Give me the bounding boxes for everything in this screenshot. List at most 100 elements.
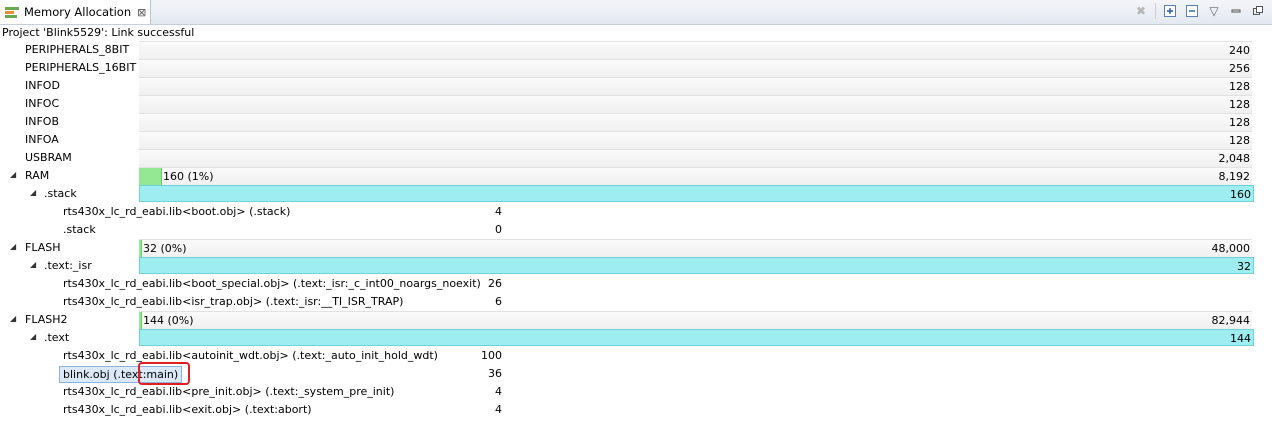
usage-text: 144 (0%)	[143, 314, 194, 327]
tree-row-peripherals-16bit[interactable]: PERIPHERALS_16BIT 256	[0, 59, 1272, 77]
usage-text: 32 (0%)	[143, 242, 187, 255]
section-size: 144	[1230, 332, 1251, 345]
tree-row-text-isr-section[interactable]: ◢ .text:_isr 32	[0, 257, 1272, 275]
expanded-triangle-icon[interactable]: ◢	[10, 314, 20, 324]
memory-size: 8,192	[1218, 170, 1251, 183]
expanded-triangle-icon[interactable]: ◢	[10, 170, 20, 180]
minimize-icon[interactable]	[1228, 3, 1244, 19]
usage-bar: 2,048	[139, 149, 1252, 167]
usage-bar: 128	[139, 95, 1252, 113]
symbol-size: 4	[495, 385, 502, 398]
tree-row-symbol[interactable]: .stack 0	[0, 221, 1272, 239]
tab-title: Memory Allocation	[24, 5, 132, 19]
symbol-name: rts430x_lc_rd_eabi.lib<pre_init.obj> (.t…	[63, 385, 395, 398]
tree-row-infoa[interactable]: INFOA 128	[0, 131, 1272, 149]
tree-row-peripherals-8bit[interactable]: PERIPHERALS_8BIT 240	[0, 41, 1272, 59]
view-tab-bar: Memory Allocation ⊠ ✖ ▽	[0, 0, 1272, 25]
usage-bar: 160 (1%) 8,192	[139, 167, 1252, 185]
section-bar: 160	[139, 185, 1254, 202]
symbol-name: rts430x_lc_rd_eabi.lib<boot_special.obj>…	[63, 277, 481, 290]
usage-bar: 32 (0%) 48,000	[139, 239, 1252, 257]
symbol-size: 26	[488, 277, 502, 290]
tree-row-symbol[interactable]: rts430x_lc_rd_eabi.lib<pre_init.obj> (.t…	[0, 383, 1272, 401]
symbol-size: 4	[495, 205, 502, 218]
usage-text: 160 (1%)	[163, 170, 214, 183]
tab-memory-allocation[interactable]: Memory Allocation ⊠	[0, 0, 151, 24]
expanded-triangle-icon[interactable]: ◢	[30, 188, 40, 198]
section-size: 32	[1237, 260, 1251, 273]
symbol-size: 4	[495, 403, 502, 416]
memory-size: 2,048	[1218, 152, 1251, 165]
expanded-triangle-icon[interactable]: ◢	[30, 260, 40, 270]
expanded-triangle-icon[interactable]: ◢	[10, 242, 20, 252]
remove-all-icon[interactable]: ✖	[1133, 3, 1149, 19]
tree-row-infob[interactable]: INFOB 128	[0, 113, 1272, 131]
tree-row-symbol[interactable]: rts430x_lc_rd_eabi.lib<autoinit_wdt.obj>…	[0, 347, 1272, 365]
tree-row-text-section[interactable]: ◢ .text 144	[0, 329, 1272, 347]
tree-row-symbol[interactable]: rts430x_lc_rd_eabi.lib<boot.obj> (.stack…	[0, 203, 1272, 221]
memory-name: USBRAM	[25, 151, 72, 164]
memory-size: 128	[1229, 98, 1250, 111]
symbol-name: rts430x_lc_rd_eabi.lib<autoinit_wdt.obj>…	[63, 349, 438, 362]
section-name: .text:_isr	[44, 259, 92, 272]
tree-row-symbol-selected[interactable]: blink.obj (.text:main) 36	[0, 362, 1272, 385]
memory-name: INFOC	[25, 97, 60, 110]
memory-name: FLASH2	[25, 313, 68, 326]
memory-name: FLASH	[25, 241, 61, 254]
memory-name: PERIPHERALS_16BIT	[25, 61, 137, 74]
maximize-icon[interactable]	[1250, 3, 1266, 19]
memory-name: INFOA	[25, 133, 59, 146]
memory-name: INFOB	[25, 115, 60, 128]
memory-name: PERIPHERALS_8BIT	[25, 43, 130, 56]
symbol-name: .stack	[63, 223, 96, 236]
usage-fill	[139, 168, 162, 185]
tree-row-usbram[interactable]: USBRAM 2,048	[0, 149, 1272, 167]
usage-bar: 128	[139, 131, 1252, 149]
tree-row-symbol[interactable]: rts430x_lc_rd_eabi.lib<isr_trap.obj> (.t…	[0, 293, 1272, 311]
symbol-name: rts430x_lc_rd_eabi.lib<isr_trap.obj> (.t…	[63, 295, 404, 308]
tab-close-icon[interactable]: ⊠	[137, 6, 146, 19]
memory-allocation-tree[interactable]: PERIPHERALS_8BIT 240 PERIPHERALS_16BIT 2…	[0, 41, 1272, 419]
section-size: 160	[1230, 188, 1251, 201]
symbol-size: 6	[495, 295, 502, 308]
tree-row-flash[interactable]: ◢ FLASH 32 (0%) 48,000	[0, 239, 1272, 257]
expand-all-icon[interactable]	[1162, 3, 1178, 19]
view-toolbar: ✖ ▽	[1133, 3, 1266, 19]
tree-row-symbol[interactable]: rts430x_lc_rd_eabi.lib<exit.obj> (.text:…	[0, 401, 1272, 419]
memory-size: 82,944	[1211, 314, 1251, 327]
usage-bar: 128	[139, 77, 1252, 95]
memory-size: 48,000	[1211, 242, 1251, 255]
toolbar-separator	[1155, 3, 1156, 19]
tree-row-infod[interactable]: INFOD 128	[0, 77, 1272, 95]
tree-row-flash2[interactable]: ◢ FLASH2 144 (0%) 82,944	[0, 311, 1272, 329]
symbol-name: rts430x_lc_rd_eabi.lib<boot.obj> (.stack…	[63, 205, 291, 218]
view-menu-icon[interactable]: ▽	[1206, 3, 1222, 19]
usage-fill	[139, 312, 142, 329]
usage-bar: 256	[139, 59, 1252, 77]
memory-size: 128	[1229, 134, 1250, 147]
symbol-size: 36	[488, 367, 502, 380]
tree-row-infoc[interactable]: INFOC 128	[0, 95, 1272, 113]
usage-bar: 144 (0%) 82,944	[139, 311, 1252, 329]
section-bar: 32	[139, 257, 1254, 274]
memory-size: 128	[1229, 80, 1250, 93]
tree-row-symbol[interactable]: rts430x_lc_rd_eabi.lib<boot_special.obj>…	[0, 275, 1272, 293]
symbol-name: rts430x_lc_rd_eabi.lib<exit.obj> (.text:…	[63, 403, 312, 416]
section-name: .text	[44, 331, 70, 344]
collapse-all-icon[interactable]	[1184, 3, 1200, 19]
memory-size: 240	[1229, 44, 1250, 57]
tree-row-ram[interactable]: ◢ RAM 160 (1%) 8,192	[0, 167, 1272, 185]
tree-row-stack-section[interactable]: ◢ .stack 160	[0, 185, 1272, 203]
memory-name: RAM	[25, 169, 50, 182]
link-status-text: Project 'Blink5529': Link successful	[2, 26, 195, 39]
section-name: .stack	[44, 187, 77, 200]
highlight-annotation	[138, 362, 190, 385]
usage-fill	[139, 240, 142, 257]
expanded-triangle-icon[interactable]: ◢	[30, 332, 40, 342]
symbol-size: 0	[495, 223, 502, 236]
usage-bar: 128	[139, 113, 1252, 131]
usage-bar: 240	[139, 41, 1252, 59]
memory-name: INFOD	[25, 79, 60, 92]
memory-allocation-icon	[5, 7, 19, 18]
memory-size: 256	[1229, 62, 1250, 75]
